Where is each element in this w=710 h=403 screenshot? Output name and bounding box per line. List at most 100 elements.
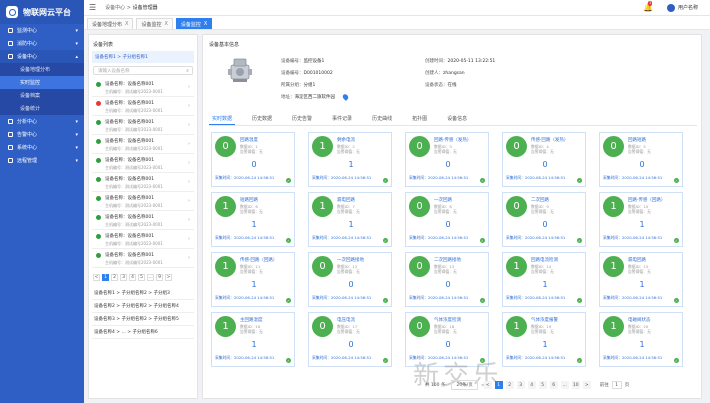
- metric-card[interactable]: 0 一次回路接地 数据ID：12 告警阈值：无 0 采集时间：2020-06-24 14:…: [308, 252, 392, 307]
- pager-page[interactable]: 6: [549, 381, 558, 389]
- device-list-item[interactable]: 设备名称：设备名称001 主机编号：测试编号2023-0001 ›: [92, 173, 194, 192]
- page-size-select[interactable]: 20条/页: [451, 380, 478, 390]
- bell-icon[interactable]: 🔔 1: [643, 1, 653, 12]
- goto-input[interactable]: 1: [611, 381, 622, 389]
- sidebar-item[interactable]: 告警中心 ▾: [0, 128, 84, 141]
- check-icon: ✓: [480, 238, 485, 243]
- sidebar-item[interactable]: 设备中心 ▴: [0, 50, 84, 63]
- metric-name: 电磁阀状态: [628, 318, 651, 323]
- metric-card[interactable]: 0 回路短路 数据ID：5 告警阈值：无 0 采集时间：2020-06-24 14:56:…: [599, 132, 683, 187]
- pager-page[interactable]: 4: [129, 274, 136, 281]
- device-list-item[interactable]: 设备名称：设备名称001 主机编号：测试编号2023-0001 ›: [92, 97, 194, 116]
- menu-toggle-icon[interactable]: ☰: [89, 3, 96, 12]
- sidebar-subitem[interactable]: 实时监控: [0, 76, 84, 89]
- page-tab[interactable]: 设备监控 X: [136, 18, 173, 29]
- search-icon[interactable]: ⌕: [186, 68, 189, 74]
- page-tab[interactable]: 设备地理分布 X: [87, 18, 134, 29]
- metric-card[interactable]: 1 电磁阀状态 数据ID：20 告警阈值：无 1 采集时间：2020-06-24 14:5…: [599, 312, 683, 367]
- pager-page[interactable]: 3: [516, 381, 525, 389]
- detail-tab[interactable]: 设备信息: [444, 115, 470, 125]
- status-dot-icon: [96, 82, 101, 87]
- pager-page[interactable]: ...: [147, 274, 154, 281]
- metric-card[interactable]: 1 短路回路 数据ID：6 告警阈值：无 1 采集时间：2020-06-24 14:56:…: [211, 192, 295, 247]
- pager-page[interactable]: 5: [538, 381, 547, 389]
- sidebar-subitem[interactable]: 设备档案: [0, 89, 84, 102]
- metric-card[interactable]: 1 回路电流检测 数据ID：14 告警阈值：无 1 采集时间：2020-06-24 14:…: [502, 252, 586, 307]
- metric-time-value: 2020-06-24 14:56:51: [524, 175, 566, 180]
- detail-tab[interactable]: 实时数据: [209, 115, 236, 125]
- device-list-item[interactable]: 设备名称：设备名称001 主机编号：测试编号2023-0001 ›: [92, 78, 194, 97]
- sidebar-item[interactable]: 远程管理 ▾: [0, 154, 84, 167]
- pager-page[interactable]: 3: [120, 274, 127, 281]
- group-row[interactable]: 设备名称3 > 子分组名称2 > 子分组名称5: [92, 313, 194, 326]
- detail-tab[interactable]: 历史告警: [289, 115, 315, 125]
- metric-time-label: 采集时间：: [603, 295, 622, 300]
- group-row[interactable]: 设备名称2 > 子分组名称2 > 子分组名称4: [92, 300, 194, 313]
- metric-card[interactable]: 1 剩余电流 数据ID：2 告警阈值：无 1 采集时间：2020-06-24 14:56:…: [308, 132, 392, 187]
- metric-card[interactable]: 1 传感·回路（回路） 数据ID：11 告警阈值：无 1 采集时间：2020-06-24 …: [211, 252, 295, 307]
- group-row[interactable]: 设备名称1 > 子分组名称2 > 子分组3: [92, 287, 194, 300]
- device-list-item[interactable]: 设备名称：设备名称001 主机编号：测试编号2023-0001 ›: [92, 135, 194, 154]
- metric-card[interactable]: 1 漏电回路 数据ID：7 告警阈值：无 1 采集时间：2020-06-24 14:56:…: [308, 192, 392, 247]
- page-tab[interactable]: 设备监控 X: [175, 18, 213, 29]
- device-list-item[interactable]: 设备名称：设备名称001 主机编号：测试编号2023-0001 ›: [92, 211, 194, 230]
- pager-page[interactable]: 2: [505, 381, 514, 389]
- sidebar-item-label: 告警中心: [17, 132, 38, 138]
- metric-card[interactable]: 0 回路·传感（发热） 数据ID：3 告警阈值：无 0 采集时间：2020-06-24 1…: [405, 132, 489, 187]
- detail-tab[interactable]: 事件记录: [329, 115, 355, 125]
- metric-time-value: 2020-06-24 14:56:51: [621, 235, 663, 240]
- pager-page[interactable]: 1: [102, 274, 109, 281]
- sidebar-item[interactable]: 系统中心 ▾: [0, 141, 84, 154]
- detail-tab[interactable]: 拓扑图: [409, 115, 430, 125]
- pager-page[interactable]: 10: [571, 381, 580, 389]
- metric-card[interactable]: 1 主回路温度 数据ID：16 告警阈值：无 1 采集时间：2020-06-24 14:5…: [211, 312, 295, 367]
- location-pin-icon[interactable]: [341, 93, 350, 101]
- sidebar-item[interactable]: 分析中心 ▾: [0, 115, 84, 128]
- pager-page[interactable]: 5: [138, 274, 145, 281]
- sidebar-subitem[interactable]: 设备统计: [0, 102, 84, 115]
- sidebar-subitem[interactable]: 设备地理分布: [0, 63, 84, 76]
- detail-tab[interactable]: 历史数据: [249, 115, 275, 125]
- user-avatar-icon[interactable]: [666, 3, 675, 12]
- device-search-input[interactable]: 请输入设备名称 ⌕: [93, 66, 193, 75]
- close-icon[interactable]: X: [204, 21, 207, 27]
- metric-name: 短路回路: [240, 198, 258, 203]
- metric-meta: 数据ID：4 告警阈值：无: [531, 144, 554, 154]
- selected-group[interactable]: 设备名称1 > 子分组名称1: [92, 51, 194, 63]
- metric-time-label: 采集时间：: [409, 175, 428, 180]
- pager-next[interactable]: >: [165, 274, 172, 281]
- metric-card[interactable]: 0 一次回路 数据ID：8 告警阈值：无 0 采集时间：2020-06-24 14:56:…: [405, 192, 489, 247]
- pager-page[interactable]: 1: [494, 381, 503, 389]
- pager-prev[interactable]: <: [483, 381, 492, 389]
- metric-card[interactable]: 1 漏电回路 数据ID：15 告警阈值：无 1 采集时间：2020-06-24 14:56…: [599, 252, 683, 307]
- sidebar-item[interactable]: 消防中心 ▾: [0, 37, 84, 50]
- pager-page[interactable]: 4: [527, 381, 536, 389]
- metric-card[interactable]: 0 回路温度 数据ID：1 告警阈值：无 0 采集时间：2020-06-24 14:56:…: [211, 132, 295, 187]
- sidebar-item[interactable]: 监测中心 ▾: [0, 24, 84, 37]
- metric-card[interactable]: 0 二次回路接地 数据ID：13 告警阈值：无 0 采集时间：2020-06-24 14:…: [405, 252, 489, 307]
- device-list-item[interactable]: 设备名称：设备名称001 主机编号：测试编号2023-0001 ›: [92, 192, 194, 211]
- pager-next[interactable]: >: [582, 381, 591, 389]
- device-list-item[interactable]: 设备名称：设备名称001 主机编号：测试编号2023-0001 ›: [92, 116, 194, 135]
- device-list-item[interactable]: 设备名称：设备名称001 主机编号：测试编号2023-0001 ›: [92, 230, 194, 249]
- device-list-item[interactable]: 设备名称：设备名称001 主机编号：测试编号2023-0001 ›: [92, 154, 194, 173]
- metric-time-label: 采集时间：: [312, 175, 331, 180]
- metric-card[interactable]: 1 气体浓度报警 数据ID：19 告警阈值：无 1 采集时间：2020-06-24 14:…: [502, 312, 586, 367]
- pager-page[interactable]: 9: [156, 274, 163, 281]
- metric-card[interactable]: 0 电压电流 数据ID：17 告警阈值：无 0 采集时间：2020-06-24 14:56…: [308, 312, 392, 367]
- breadcrumb-parent[interactable]: 设备中心: [105, 5, 125, 11]
- close-icon[interactable]: X: [164, 21, 167, 27]
- metric-card[interactable]: 0 传感·回路（发热） 数据ID：4 告警阈值：无 0 采集时间：2020-06-24 1…: [502, 132, 586, 187]
- close-icon[interactable]: X: [125, 21, 128, 27]
- user-name[interactable]: 用户名称: [678, 4, 698, 11]
- pager-prev[interactable]: <: [93, 274, 100, 281]
- notification-badge: 1: [648, 1, 653, 6]
- pager-page[interactable]: 2: [111, 274, 118, 281]
- pager-page[interactable]: ...: [560, 381, 569, 389]
- metric-card[interactable]: 0 二次回路 数据ID：9 告警阈值：无 0 采集时间：2020-06-24 14:56:…: [502, 192, 586, 247]
- detail-tab[interactable]: 历史曲线: [369, 115, 395, 125]
- device-list-item[interactable]: 设备名称：设备名称001 主机编号：测试编号2023-0001 ›: [92, 249, 194, 268]
- group-row[interactable]: 设备名称4 > ... > 子分组名称6: [92, 326, 194, 339]
- metric-card[interactable]: 1 回路·传感（回路） 数据ID：10 告警阈值：无 1 采集时间：2020-06-24 …: [599, 192, 683, 247]
- metric-threshold: 告警阈值：无: [628, 209, 651, 214]
